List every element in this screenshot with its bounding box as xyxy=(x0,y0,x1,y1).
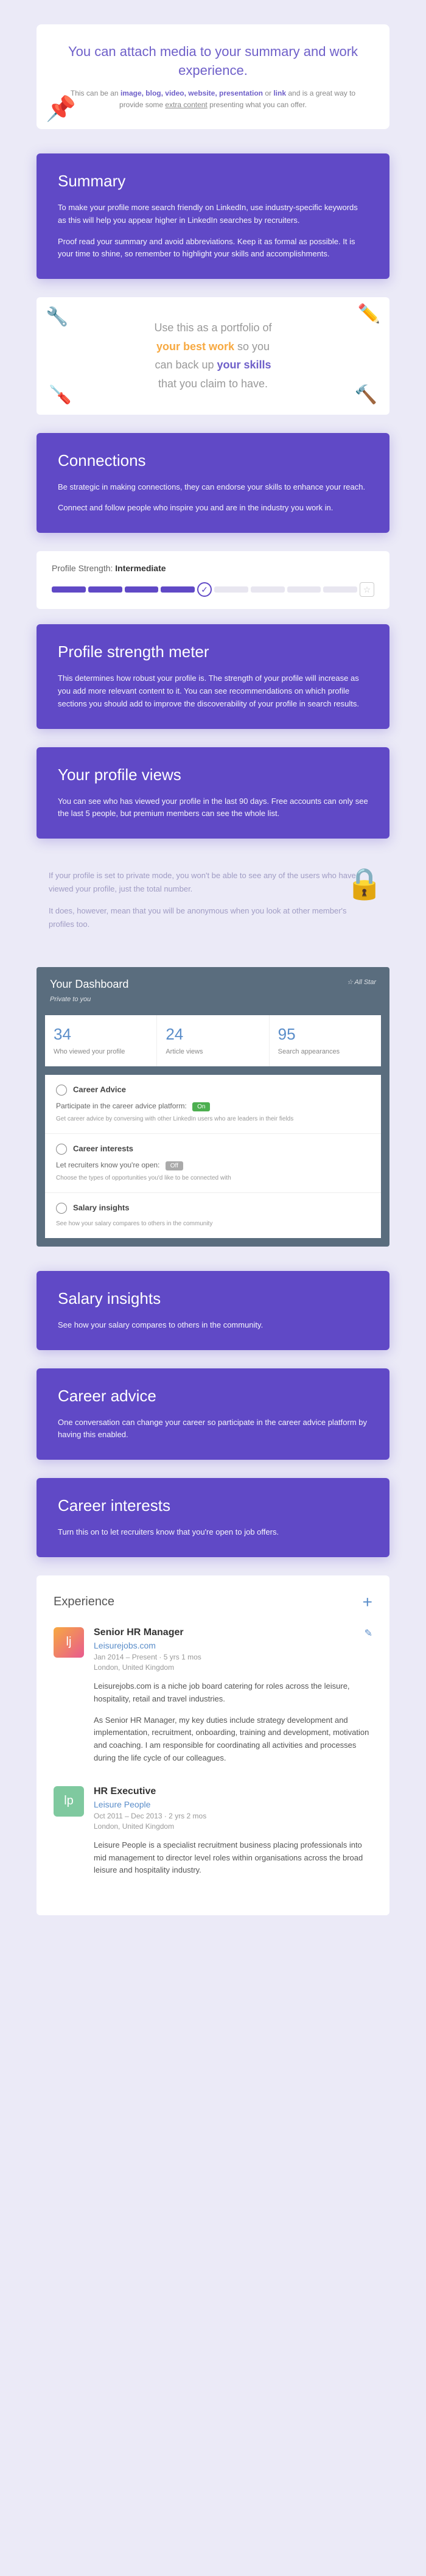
job-desc: Leisurejobs.com is a niche job board cat… xyxy=(94,1680,372,1706)
meter-segment xyxy=(251,586,285,593)
privacy-note: 🔒 If your profile is set to private mode… xyxy=(37,857,389,952)
advice-card: Career advice One conversation can chang… xyxy=(37,1368,389,1460)
privacy-p1: If your profile is set to private mode, … xyxy=(49,869,359,896)
meter-p1: This determines how robust your profile … xyxy=(58,672,368,710)
salary-title: Salary insights xyxy=(58,1289,368,1308)
meter-segment xyxy=(161,586,195,593)
allstar-badge: ☆ All Star xyxy=(347,978,376,986)
add-experience-button[interactable]: + xyxy=(363,1592,372,1612)
dash-career-advice[interactable]: Career Advice Participate in the career … xyxy=(45,1075,381,1134)
meter-segment xyxy=(125,586,159,593)
meter-segment xyxy=(287,586,321,593)
company-logo: lj xyxy=(54,1627,84,1658)
summary-p1: To make your profile more search friendl… xyxy=(58,202,368,227)
dashboard-stats: 34 Who viewed your profile 24 Article vi… xyxy=(45,1015,381,1066)
job-dates: Oct 2011 – Dec 2013 · 2 yrs 2 mos xyxy=(94,1812,372,1820)
company-logo: lp xyxy=(54,1786,84,1817)
connections-title: Connections xyxy=(58,451,368,470)
interests-p1: Turn this on to let recruiters know that… xyxy=(58,1526,368,1539)
strength-meter: ✓ ☆ xyxy=(52,582,374,597)
meter-title: Profile strength meter xyxy=(58,642,368,661)
pin-icon: 📌 xyxy=(46,94,76,123)
privacy-p2: It does, however, mean that you will be … xyxy=(49,904,359,931)
strength-label: Profile Strength: Intermediate xyxy=(52,563,374,573)
meter-segment xyxy=(214,586,248,593)
experience-section: Experience + ✎ lj Senior HR Manager Leis… xyxy=(37,1575,389,1915)
views-p1: You can see who has viewed your profile … xyxy=(58,795,368,821)
toggle-off[interactable]: Off xyxy=(166,1161,183,1170)
salary-card: Salary insights See how your salary comp… xyxy=(37,1271,389,1350)
media-body: This can be an image, blog, video, websi… xyxy=(61,88,365,111)
job-title: Senior HR Manager xyxy=(94,1627,372,1638)
job-dates: Jan 2014 – Present · 5 yrs 1 mos xyxy=(94,1653,372,1661)
media-card: You can attach media to your summary and… xyxy=(37,24,389,129)
experience-header: Experience + xyxy=(54,1592,372,1612)
stat-search-appearances[interactable]: 95 Search appearances xyxy=(270,1015,381,1066)
summary-p2: Proof read your summary and avoid abbrev… xyxy=(58,236,368,261)
job-desc: As Senior HR Manager, my key duties incl… xyxy=(94,1714,372,1765)
dashboard-items: Career Advice Participate in the career … xyxy=(45,1075,381,1238)
advice-title: Career advice xyxy=(58,1387,368,1406)
job-location: London, United Kingdom xyxy=(94,1822,372,1831)
portfolio-card: 🔧 ✏️ 🪛 🔨 Use this as a portfolio of your… xyxy=(37,297,389,414)
job-company[interactable]: Leisure People xyxy=(94,1800,372,1809)
meter-star-icon: ☆ xyxy=(360,582,374,597)
dash-career-interests[interactable]: Career interests Let recruiters know you… xyxy=(45,1134,381,1193)
connections-card: Connections Be strategic in making conne… xyxy=(37,433,389,533)
interests-title: Career interests xyxy=(58,1496,368,1515)
pencil-icon: ✏️ xyxy=(358,303,380,325)
strength-indicator: Profile Strength: Intermediate ✓ ☆ xyxy=(37,551,389,609)
meter-check-icon: ✓ xyxy=(197,582,212,597)
connections-p2: Connect and follow people who inspire yo… xyxy=(58,502,368,515)
meter-segment xyxy=(323,586,357,593)
job-location: London, United Kingdom xyxy=(94,1663,372,1672)
lock-icon: 🔒 xyxy=(346,866,383,902)
dashboard-title: Your Dashboard xyxy=(50,978,376,991)
dashboard-header: ☆ All Star Your Dashboard Private to you xyxy=(37,967,389,1015)
portfolio-text: Use this as a portfolio of your best wor… xyxy=(67,318,359,393)
dashboard-widget: ☆ All Star Your Dashboard Private to you… xyxy=(37,967,389,1246)
views-card: Your profile views You can see who has v… xyxy=(37,747,389,839)
summary-card: Summary To make your profile more search… xyxy=(37,153,389,279)
dashboard-subtitle: Private to you xyxy=(50,996,91,1003)
job-desc: Leisure People is a specialist recruitme… xyxy=(94,1839,372,1877)
dash-salary-insights[interactable]: Salary insights See how your salary comp… xyxy=(45,1193,381,1238)
stat-profile-views[interactable]: 34 Who viewed your profile xyxy=(45,1015,157,1066)
job-entry: lp HR Executive Leisure People Oct 2011 … xyxy=(54,1786,372,1877)
toggle-on[interactable]: On xyxy=(192,1102,210,1111)
edit-job-button[interactable]: ✎ xyxy=(365,1627,372,1639)
advice-p1: One conversation can change your career … xyxy=(58,1416,368,1442)
views-title: Your profile views xyxy=(58,765,368,784)
salary-p1: See how your salary compares to others i… xyxy=(58,1319,368,1332)
hammer-icon: 🔨 xyxy=(355,384,377,406)
stat-article-views[interactable]: 24 Article views xyxy=(157,1015,269,1066)
job-title: HR Executive xyxy=(94,1786,372,1797)
summary-title: Summary xyxy=(58,172,368,191)
meter-card: Profile strength meter This determines h… xyxy=(37,624,389,728)
job-company[interactable]: Leisurejobs.com xyxy=(94,1641,372,1650)
wrench-icon: 🔧 xyxy=(46,306,68,328)
meter-segment xyxy=(88,586,122,593)
meter-segment xyxy=(52,586,86,593)
experience-title: Experience xyxy=(54,1595,114,1609)
media-heading: You can attach media to your summary and… xyxy=(61,43,365,80)
interests-card: Career interests Turn this on to let rec… xyxy=(37,1478,389,1557)
screwdriver-icon: 🪛 xyxy=(49,384,71,406)
job-entry: ✎ lj Senior HR Manager Leisurejobs.com J… xyxy=(54,1627,372,1765)
connections-p1: Be strategic in making connections, they… xyxy=(58,481,368,494)
